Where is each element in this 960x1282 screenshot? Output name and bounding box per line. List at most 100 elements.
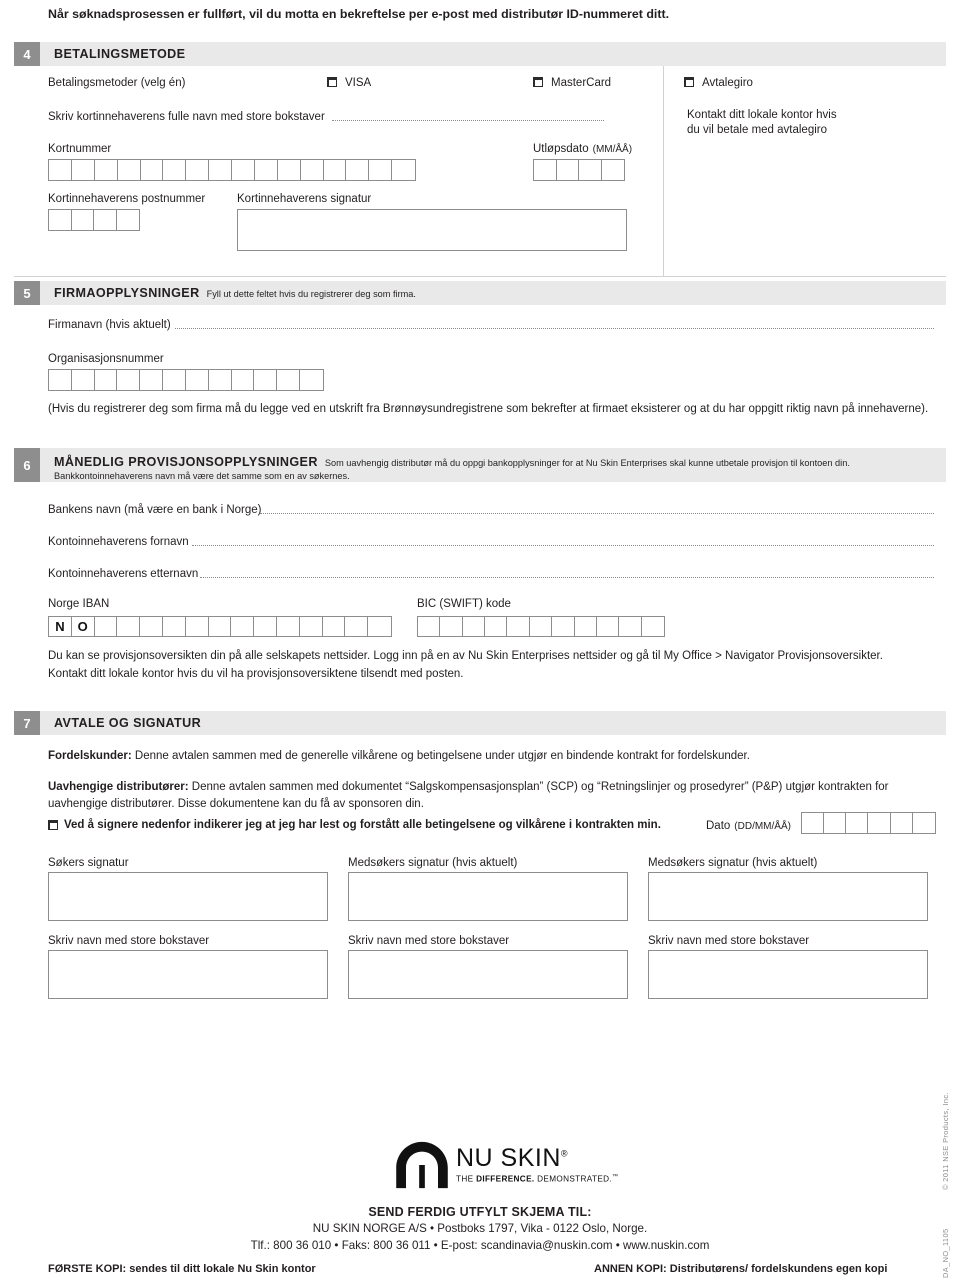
comb-cell[interactable] bbox=[485, 617, 508, 636]
applicant-signature-input[interactable] bbox=[48, 872, 328, 921]
comb-cell[interactable] bbox=[345, 617, 369, 636]
checkbox-consent[interactable] bbox=[48, 820, 58, 830]
intro-text: Når søknadsprosessen er fullført, vil du… bbox=[48, 7, 670, 21]
co-applicant-1-name-input[interactable] bbox=[348, 950, 628, 999]
comb-cell[interactable] bbox=[186, 617, 209, 636]
co-applicant-1-signature-input[interactable] bbox=[348, 872, 628, 921]
comb-cell[interactable] bbox=[209, 370, 232, 390]
co-applicant-2-name-input[interactable] bbox=[648, 950, 928, 999]
comb-cell[interactable] bbox=[530, 617, 553, 636]
comb-cell[interactable] bbox=[186, 370, 209, 390]
comb-cell[interactable] bbox=[49, 160, 72, 180]
card-number-input[interactable] bbox=[48, 159, 416, 181]
comb-cell[interactable] bbox=[846, 813, 869, 833]
comb-cell[interactable] bbox=[368, 617, 391, 636]
comb-cell[interactable] bbox=[49, 370, 72, 390]
comb-cell[interactable] bbox=[552, 617, 575, 636]
comb-cell[interactable] bbox=[346, 160, 370, 180]
comb-cell[interactable] bbox=[140, 617, 163, 636]
comb-cell[interactable] bbox=[392, 160, 415, 180]
comb-cell[interactable] bbox=[231, 617, 255, 636]
co-applicant-1-signature-label: Medsøkers signatur (hvis aktuelt) bbox=[348, 857, 518, 869]
comb-cell[interactable] bbox=[418, 617, 441, 636]
comb-cell[interactable] bbox=[440, 617, 463, 636]
comb-cell[interactable] bbox=[95, 617, 118, 636]
comb-cell[interactable] bbox=[300, 370, 323, 390]
comb-cell[interactable] bbox=[891, 813, 913, 833]
comb-cell[interactable] bbox=[278, 160, 301, 180]
comb-cell[interactable] bbox=[117, 210, 140, 230]
comb-cell[interactable] bbox=[209, 617, 232, 636]
comb-cell[interactable] bbox=[868, 813, 891, 833]
comb-cell[interactable] bbox=[232, 160, 255, 180]
company-name-input[interactable] bbox=[175, 328, 934, 329]
applicant-name-input[interactable] bbox=[48, 950, 328, 999]
iban-input[interactable]: NO bbox=[48, 616, 392, 637]
comb-cell[interactable] bbox=[277, 617, 300, 636]
comb-cell[interactable] bbox=[557, 160, 579, 180]
comb-cell[interactable] bbox=[824, 813, 847, 833]
expiry-date-input[interactable] bbox=[533, 159, 625, 181]
comb-cell[interactable] bbox=[49, 210, 72, 230]
comb-cell[interactable] bbox=[300, 617, 323, 636]
section-4-bottom-rule bbox=[14, 276, 946, 277]
comb-cell[interactable] bbox=[579, 160, 602, 180]
account-lastname-input[interactable] bbox=[200, 577, 934, 578]
comb-cell[interactable] bbox=[117, 370, 141, 390]
comb-cell[interactable] bbox=[72, 370, 95, 390]
account-firstname-input[interactable] bbox=[192, 545, 934, 546]
comb-cell[interactable] bbox=[534, 160, 557, 180]
comb-cell[interactable] bbox=[619, 617, 642, 636]
comb-cell[interactable]: N bbox=[49, 617, 72, 636]
comb-cell[interactable] bbox=[463, 617, 486, 636]
date-input[interactable] bbox=[801, 812, 936, 834]
comb-cell[interactable] bbox=[255, 160, 278, 180]
checkbox-avtalegiro[interactable] bbox=[684, 77, 694, 87]
account-lastname-label: Kontoinnehaverens etternavn bbox=[48, 568, 199, 580]
cardholder-postcode-label: Kortinnehaverens postnummer bbox=[48, 193, 206, 205]
cardholder-postcode-input[interactable] bbox=[48, 209, 140, 231]
comb-cell[interactable] bbox=[802, 813, 825, 833]
comb-cell[interactable] bbox=[301, 160, 324, 180]
comb-cell[interactable] bbox=[117, 617, 141, 636]
nu-skin-wordmark: NU SKIN® bbox=[456, 1146, 618, 1171]
comb-cell[interactable] bbox=[575, 617, 597, 636]
comb-cell[interactable] bbox=[163, 160, 187, 180]
comb-cell[interactable] bbox=[324, 160, 347, 180]
comb-cell[interactable] bbox=[232, 370, 255, 390]
cardholder-name-input[interactable] bbox=[332, 120, 604, 121]
comb-cell[interactable] bbox=[72, 160, 95, 180]
comb-cell[interactable] bbox=[140, 370, 164, 390]
comb-cell[interactable] bbox=[163, 617, 186, 636]
bic-input[interactable] bbox=[417, 616, 665, 637]
comb-cell[interactable] bbox=[602, 160, 625, 180]
comb-cell[interactable] bbox=[118, 160, 141, 180]
comb-cell[interactable] bbox=[163, 370, 186, 390]
comb-cell[interactable] bbox=[913, 813, 935, 833]
checkbox-visa[interactable] bbox=[327, 77, 337, 87]
comb-cell[interactable] bbox=[254, 370, 278, 390]
comb-cell[interactable] bbox=[72, 210, 94, 230]
comb-cell[interactable] bbox=[597, 617, 620, 636]
bank-name-input[interactable] bbox=[260, 513, 934, 514]
comb-cell[interactable] bbox=[277, 370, 301, 390]
comb-cell[interactable]: O bbox=[72, 617, 95, 636]
co-applicant-2-signature-input[interactable] bbox=[648, 872, 928, 921]
checkbox-mastercard[interactable] bbox=[533, 77, 543, 87]
comb-cell[interactable] bbox=[94, 210, 117, 230]
comb-cell[interactable] bbox=[95, 370, 118, 390]
cardholder-signature-input[interactable] bbox=[237, 209, 627, 251]
comb-cell[interactable] bbox=[95, 160, 118, 180]
comb-cell[interactable] bbox=[507, 617, 530, 636]
comb-cell[interactable] bbox=[642, 617, 664, 636]
document-code: DA_NO_1105 bbox=[941, 1228, 950, 1278]
comb-cell[interactable] bbox=[209, 160, 232, 180]
org-number-input[interactable] bbox=[48, 369, 324, 391]
comb-cell[interactable] bbox=[141, 160, 164, 180]
consent-label: Ved å signere nedenfor indikerer jeg at … bbox=[64, 819, 661, 831]
comb-cell[interactable] bbox=[186, 160, 210, 180]
comb-cell[interactable] bbox=[254, 617, 277, 636]
comb-cell[interactable] bbox=[369, 160, 393, 180]
comb-cell[interactable] bbox=[323, 617, 346, 636]
tagline-part-2: DIFFERENCE. bbox=[476, 1174, 535, 1184]
